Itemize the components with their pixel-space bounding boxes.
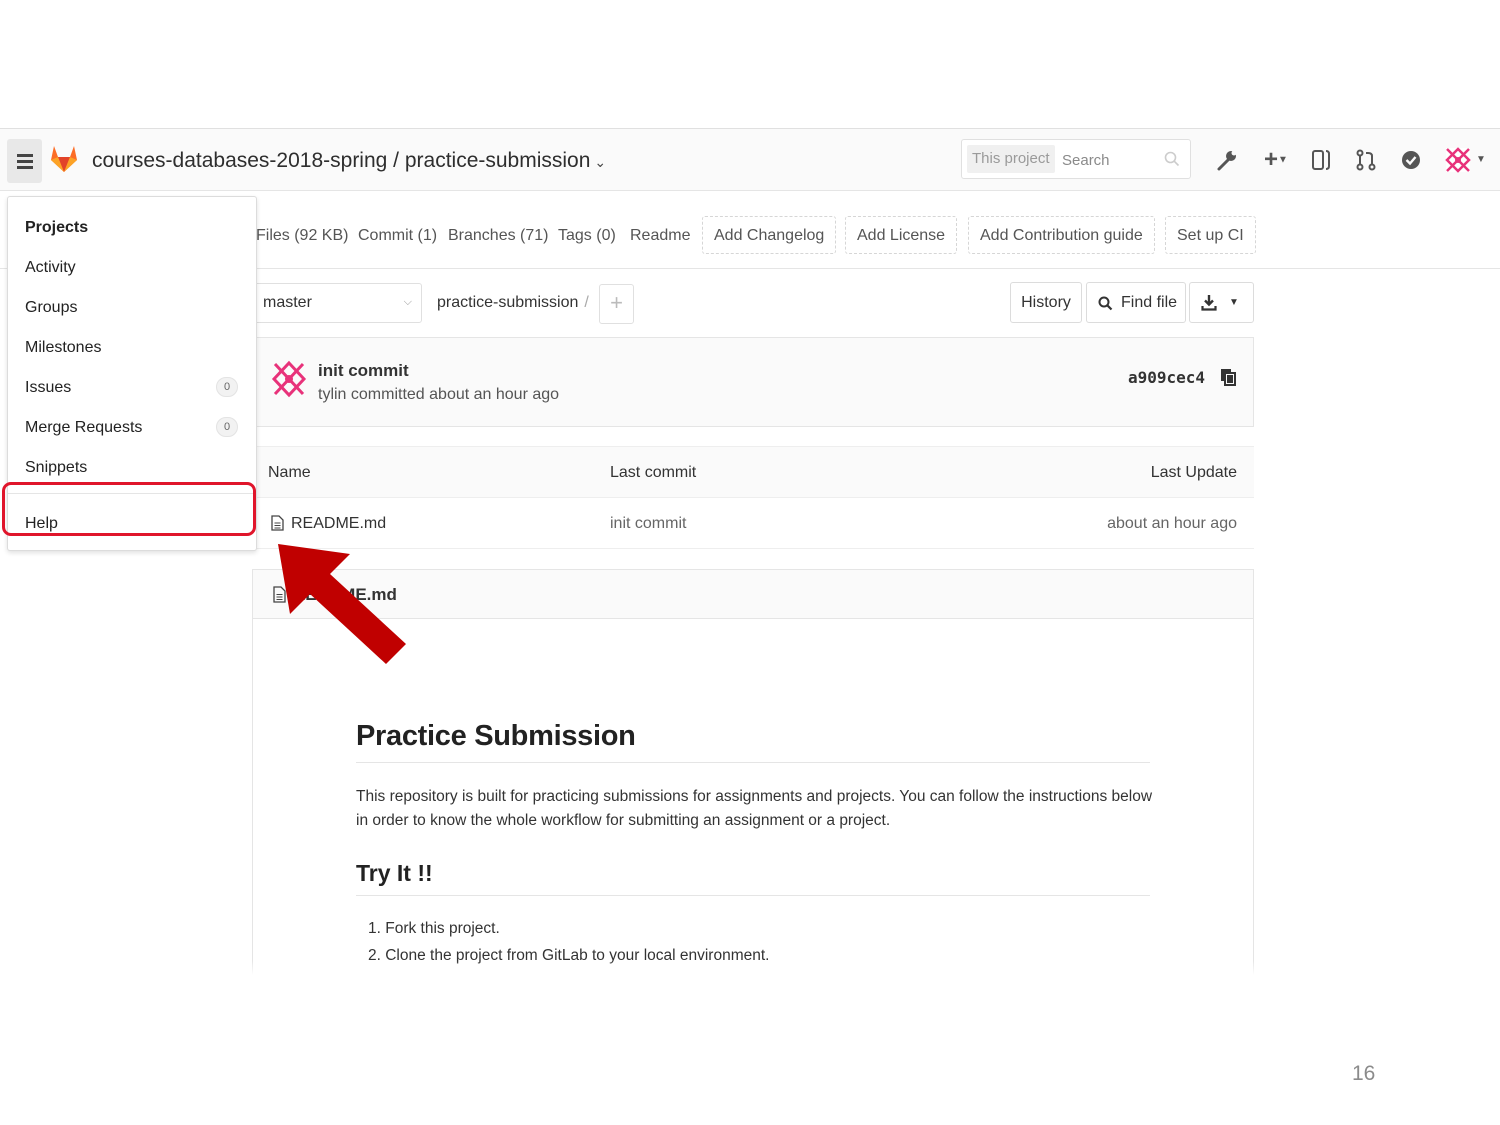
avatar-icon: [1445, 147, 1471, 173]
file-icon: [271, 515, 284, 531]
menu-item-projects[interactable]: Projects: [25, 219, 88, 237]
col-last-commit: Last commit: [610, 464, 697, 481]
history-label: History: [1021, 294, 1071, 311]
list-item: 2. Clone the project from GitLab to your…: [368, 947, 770, 964]
new-plus-icon[interactable]: +▼: [1256, 147, 1296, 173]
path-breadcrumb: practice-submission /: [437, 294, 589, 312]
file-name[interactable]: README.md: [291, 515, 386, 533]
list-item: 1. Fork this project.: [368, 920, 500, 937]
breadcrumb-separator: /: [584, 294, 589, 311]
search-input[interactable]: Search: [1062, 152, 1110, 169]
find-file-button[interactable]: Find file: [1086, 282, 1186, 323]
issues-highlight-box: [2, 482, 256, 536]
gitlab-logo-icon[interactable]: [48, 141, 80, 175]
search-box[interactable]: This project Search: [961, 139, 1191, 179]
history-button[interactable]: History: [1010, 282, 1082, 323]
menu-item-merge-requests[interactable]: Merge Requests: [25, 419, 142, 437]
project-title[interactable]: courses-databases-2018-spring / practice…: [92, 149, 606, 173]
download-icon: [1201, 295, 1217, 311]
last-commit-panel: init commit tylin committed about an hou…: [252, 337, 1254, 427]
find-file-label: Find file: [1121, 294, 1178, 311]
branch-name: master: [263, 294, 312, 311]
search-scope[interactable]: This project: [967, 145, 1055, 173]
table-header: Name Last commit Last Update: [252, 447, 1254, 498]
menu-item-issues[interactable]: Issues: [25, 379, 71, 397]
merge-requests-count-badge: 0: [216, 417, 238, 437]
add-contribution-button[interactable]: Add Contribution guide: [968, 216, 1155, 254]
project-path[interactable]: courses-databases-2018-spring / practice…: [92, 149, 590, 172]
commits-link[interactable]: Commit (1): [358, 227, 437, 245]
setup-ci-button[interactable]: Set up CI: [1165, 216, 1256, 254]
readme-intro: This repository is built for practicing …: [356, 788, 1153, 829]
readme-link[interactable]: Readme: [630, 227, 690, 245]
file-last-update: about an hour ago: [1107, 515, 1237, 532]
chevron-down-icon[interactable]: ⌄: [594, 154, 606, 170]
readme-title: Practice Submission: [356, 720, 1150, 763]
committer-avatar-icon: [271, 360, 307, 398]
slide-number: 16: [1352, 1062, 1376, 1085]
user-avatar-menu[interactable]: ▼: [1445, 147, 1489, 173]
todo-check-icon[interactable]: [1400, 147, 1422, 173]
chevron-down-icon: ⌵: [403, 296, 412, 308]
branch-selector[interactable]: master ⌵: [252, 283, 422, 323]
add-license-button[interactable]: Add License: [845, 216, 958, 254]
commit-title[interactable]: init commit: [318, 361, 409, 381]
file-table: Name Last commit Last Update README.md i…: [252, 446, 1254, 549]
gitlab-screenshot: courses-databases-2018-spring / practice…: [0, 128, 1500, 975]
commit-sha[interactable]: a909cec4: [1128, 368, 1205, 387]
file-last-commit[interactable]: init commit: [610, 515, 686, 533]
search-icon: [1164, 151, 1180, 167]
col-name: Name: [268, 464, 311, 481]
top-navbar: courses-databases-2018-spring / practice…: [0, 129, 1500, 191]
menu-item-snippets[interactable]: Snippets: [25, 459, 87, 477]
table-row[interactable]: README.md init commit about an hour ago: [252, 498, 1254, 549]
merge-request-icon[interactable]: [1355, 147, 1377, 173]
branches-link[interactable]: Branches (71): [448, 227, 549, 245]
menu-item-activity[interactable]: Activity: [25, 259, 76, 277]
readme-subtitle: Try It !!: [356, 860, 1150, 896]
breadcrumb-project[interactable]: practice-submission: [437, 294, 578, 311]
tags-link[interactable]: Tags (0): [558, 227, 616, 245]
caret-down-icon: ▼: [1229, 297, 1239, 308]
commit-meta: tylin committed about an hour ago: [318, 386, 560, 403]
sidebar-toggle-icon[interactable]: [1311, 147, 1331, 173]
add-file-plus-button[interactable]: +: [599, 284, 634, 324]
menu-item-milestones[interactable]: Milestones: [25, 339, 101, 357]
menu-item-groups[interactable]: Groups: [25, 299, 77, 317]
add-changelog-button[interactable]: Add Changelog: [702, 216, 837, 254]
copy-icon[interactable]: [1220, 368, 1236, 386]
search-icon: [1098, 296, 1113, 311]
wrench-icon[interactable]: [1215, 147, 1239, 173]
readme-steps: 1. Fork this project. 2. Clone the proje…: [368, 920, 769, 974]
files-link[interactable]: Files (92 KB): [256, 227, 348, 245]
issues-count-badge: 0: [216, 377, 238, 397]
menu-toggle-button[interactable]: [7, 139, 42, 183]
col-last-update: Last Update: [1150, 464, 1237, 481]
annotation-arrow-icon: [278, 544, 406, 664]
download-button[interactable]: ▼: [1189, 282, 1254, 323]
